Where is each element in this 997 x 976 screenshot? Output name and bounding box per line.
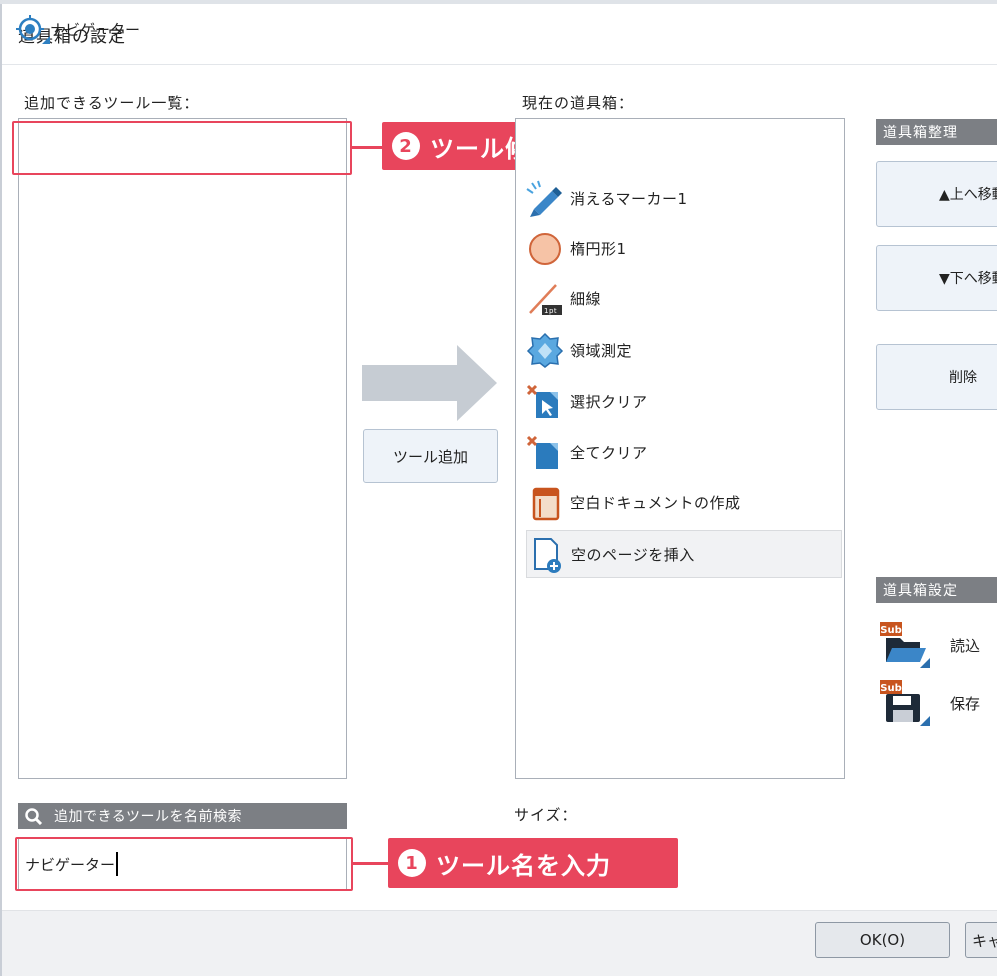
title-separator	[2, 64, 997, 65]
ellipse-icon	[526, 229, 564, 267]
save-label: 保存	[950, 694, 981, 713]
svg-text:1pt: 1pt	[544, 307, 557, 315]
toolbox-item[interactable]: 1pt 細線	[526, 274, 842, 322]
transfer-arrow-icon	[362, 345, 497, 421]
search-header-label: 追加できるツールを名前検索	[54, 809, 242, 825]
window-frame-top	[0, 0, 997, 4]
toolbox-item[interactable]: 領域測定	[526, 326, 842, 374]
step1-text: ツール名を入力	[436, 851, 611, 880]
delete-button[interactable]: 削除	[876, 344, 997, 410]
area-measure-icon	[526, 331, 564, 369]
toolbox-item-selected[interactable]: 空のページを挿入	[526, 530, 842, 578]
open-folder-icon: Sub	[880, 622, 930, 668]
toolbox-item[interactable]: 消えるマーカー1	[526, 174, 842, 222]
marker-icon	[526, 179, 564, 217]
toolbox-item[interactable]: 楕円形1	[526, 224, 842, 272]
toolbox-item[interactable]: 空白ドキュメントの作成	[526, 478, 842, 526]
thin-line-icon: 1pt	[526, 279, 564, 317]
add-tool-button[interactable]: ツール追加	[363, 429, 498, 483]
available-tools-list[interactable]	[18, 118, 347, 779]
available-tool-item[interactable]: ナビゲーター	[14, 14, 334, 44]
step2-number: 2	[392, 132, 420, 160]
save-disk-icon: Sub	[880, 680, 930, 726]
search-icon	[25, 808, 43, 825]
toolbox-item-label: 空白ドキュメントの作成	[570, 493, 741, 512]
step2-highlight	[12, 121, 352, 175]
toolbox-item-label: 選択クリア	[570, 392, 648, 411]
blank-document-icon	[526, 483, 564, 521]
settings-header: 道具箱設定	[876, 577, 997, 603]
load-settings-button[interactable]: Sub 読込	[880, 622, 997, 668]
toolbox-item-label: 空のページを挿入	[571, 545, 695, 564]
save-settings-button[interactable]: Sub 保存	[880, 680, 997, 726]
insert-page-icon	[527, 535, 565, 573]
sub-badge-text: Sub	[880, 683, 901, 694]
toolbox-item[interactable]: 選択クリア	[526, 377, 842, 425]
step1-highlight	[15, 837, 353, 891]
available-tool-label: ナビゲーター	[50, 20, 141, 39]
navigator-target-icon	[14, 14, 50, 44]
window-border	[0, 4, 2, 976]
step1-callout: 1 ツール名を入力	[388, 838, 678, 888]
search-header: 追加できるツールを名前検索	[18, 803, 347, 829]
load-label: 読込	[950, 636, 981, 655]
current-toolbox-label: 現在の道具箱：	[522, 94, 635, 112]
ok-button[interactable]: OK(O)	[815, 922, 950, 958]
clear-selection-icon	[526, 382, 564, 420]
available-tools-label: 追加できるツール一覧：	[24, 94, 200, 112]
step1-connector	[353, 862, 389, 865]
size-label: サイズ：	[514, 806, 578, 824]
cancel-button[interactable]: キャンセル	[965, 922, 997, 958]
toolbox-item-label: 全てクリア	[570, 443, 648, 462]
toolbox-item-label: 楕円形1	[570, 239, 627, 258]
organize-header: 道具箱整理	[876, 119, 997, 145]
step1-number: 1	[398, 849, 426, 877]
toolbox-item-label: 領域測定	[570, 341, 633, 360]
toolbox-item-label: 消えるマーカー1	[570, 189, 688, 208]
toolbox-item[interactable]: 全てクリア	[526, 428, 842, 476]
step2-connector	[352, 146, 384, 149]
move-down-button[interactable]: ▼下へ移動	[876, 245, 997, 311]
sub-badge-text: Sub	[880, 625, 901, 636]
toolbox-item-label: 細線	[570, 289, 602, 308]
move-up-button[interactable]: ▲上へ移動	[876, 161, 997, 227]
clear-all-icon	[526, 433, 564, 471]
